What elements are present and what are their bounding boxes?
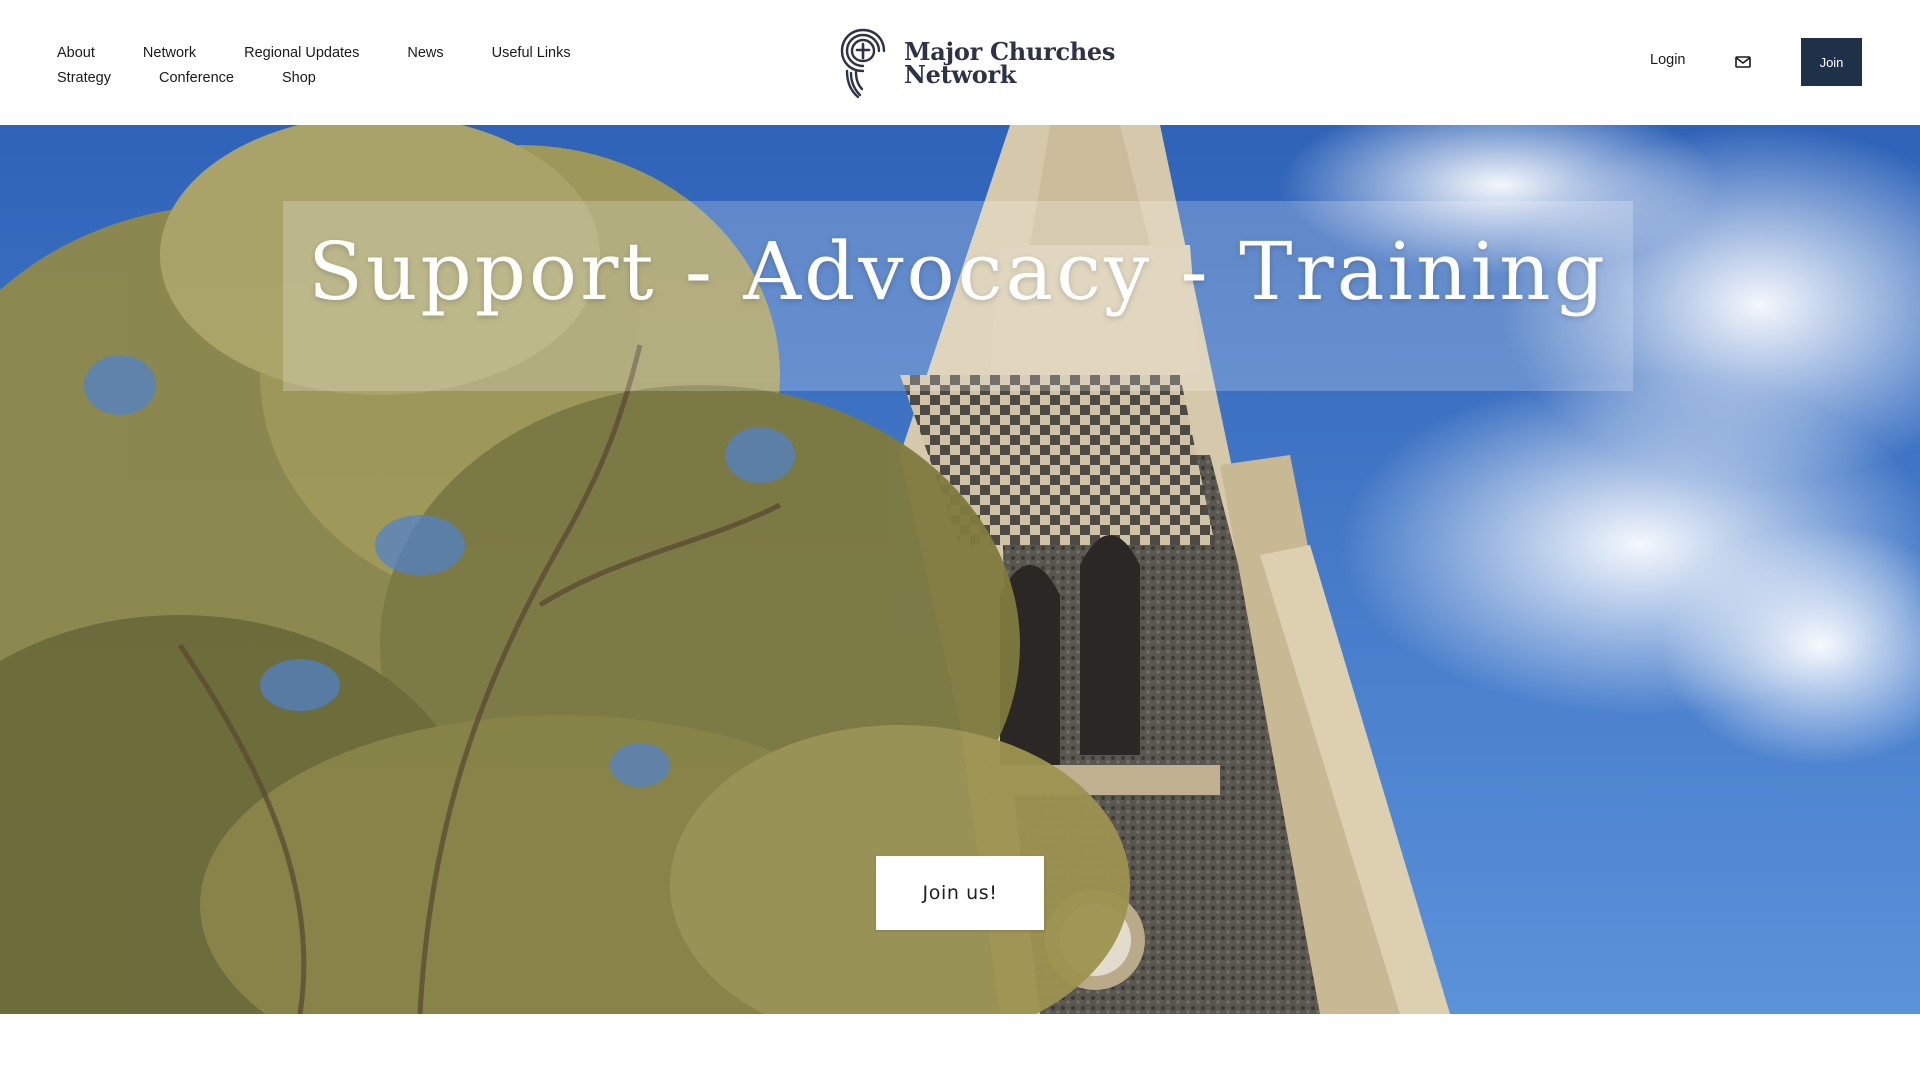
mail-icon[interactable] bbox=[1734, 53, 1752, 71]
nav-row-secondary: Strategy Conference Shop bbox=[57, 65, 597, 90]
nav-link-news[interactable]: News bbox=[407, 45, 443, 61]
hero-section: Support - Advocacy - Training Join us! bbox=[0, 125, 1920, 1014]
nav-link-shop[interactable]: Shop bbox=[282, 70, 316, 86]
main-nav: About Network Regional Updates News Usef… bbox=[57, 40, 597, 90]
join-us-button[interactable]: Join us! bbox=[876, 856, 1044, 930]
nav-link-conference[interactable]: Conference bbox=[159, 70, 234, 86]
site-logo[interactable]: Major Churches Network bbox=[838, 27, 1115, 99]
join-button[interactable]: Join bbox=[1801, 38, 1862, 86]
spiral-cross-logo-icon bbox=[840, 28, 886, 99]
logo-wordmark: Major Churches Network bbox=[904, 40, 1115, 89]
nav-link-regional-updates[interactable]: Regional Updates bbox=[244, 45, 359, 61]
nav-link-strategy[interactable]: Strategy bbox=[57, 70, 111, 86]
login-link[interactable]: Login bbox=[1650, 52, 1685, 68]
logo-line-2: Network bbox=[904, 60, 1017, 89]
nav-link-about[interactable]: About bbox=[57, 45, 95, 61]
site-header: About Network Regional Updates News Usef… bbox=[0, 0, 1920, 125]
nav-link-network[interactable]: Network bbox=[143, 45, 196, 61]
hero-title: Support - Advocacy - Training bbox=[308, 225, 1608, 318]
nav-row-primary: About Network Regional Updates News Usef… bbox=[57, 40, 597, 65]
nav-link-useful-links[interactable]: Useful Links bbox=[492, 45, 571, 61]
